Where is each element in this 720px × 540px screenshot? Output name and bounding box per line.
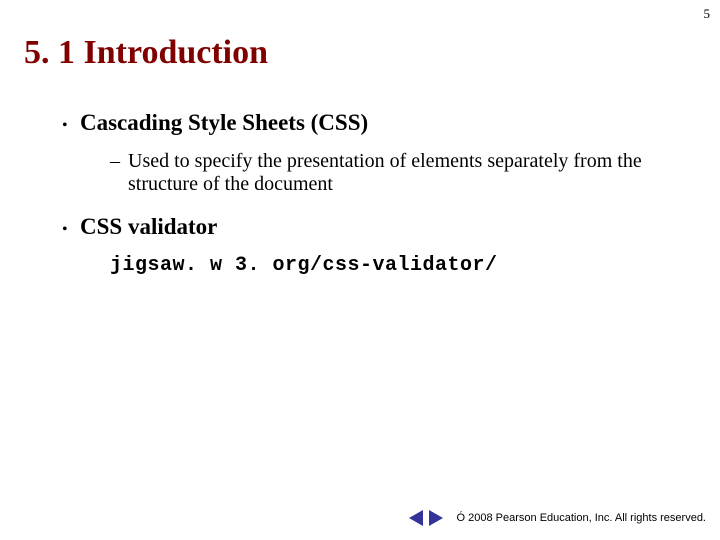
bullet-dot-icon: • [62, 221, 76, 239]
next-slide-button[interactable] [429, 510, 443, 526]
slide: 5 5. 1 Introduction • Cascading Style Sh… [0, 0, 720, 540]
bullet-1-text: Cascading Style Sheets (CSS) [80, 110, 368, 135]
page-number: 5 [704, 6, 711, 22]
bullet-2: • CSS validator [62, 214, 680, 240]
slide-title: 5. 1 Introduction [24, 34, 268, 72]
bullet-2-text: CSS validator [80, 214, 217, 239]
nav-arrows [409, 510, 443, 526]
bullet-dot-icon: • [62, 117, 76, 135]
slide-body: • Cascading Style Sheets (CSS) – Used to… [62, 110, 680, 277]
bullet-1: • Cascading Style Sheets (CSS) [62, 110, 680, 136]
footer: Ó 2008 Pearson Education, Inc. All right… [409, 510, 706, 526]
bullet-1-sub-text: Used to specify the presentation of elem… [128, 150, 680, 196]
copyright-text: 2008 Pearson Education, Inc. All rights … [465, 512, 706, 524]
bullet-2-code: jigsaw. w 3. org/css-validator/ [110, 254, 680, 277]
prev-slide-button[interactable] [409, 510, 423, 526]
dash-icon: – [110, 150, 128, 196]
copyright: Ó 2008 Pearson Education, Inc. All right… [457, 512, 706, 524]
bullet-1-sub: – Used to specify the presentation of el… [110, 150, 680, 196]
copyright-symbol: Ó [457, 512, 466, 524]
